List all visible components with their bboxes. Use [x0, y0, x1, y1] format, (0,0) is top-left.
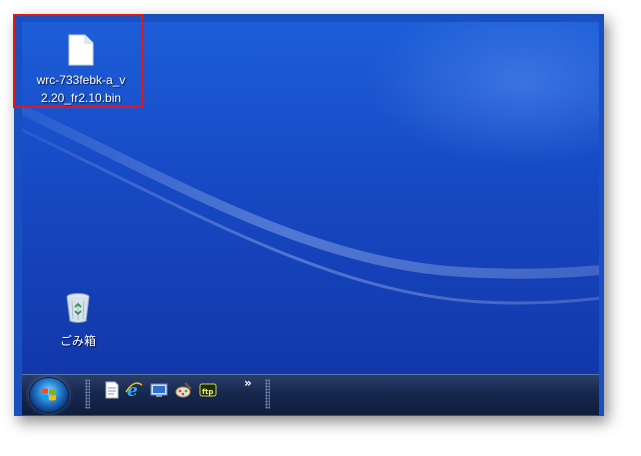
taskbar-grip-left[interactable]: [85, 379, 90, 409]
desktop-icon-recycle-bin[interactable]: ごみ箱: [48, 292, 108, 349]
notepad-icon[interactable]: [103, 381, 121, 399]
internet-explorer-icon[interactable]: e: [125, 381, 143, 399]
taskbar-grip-right[interactable]: [265, 379, 270, 409]
paint-icon[interactable]: [175, 381, 193, 399]
windows-logo-icon: [42, 388, 56, 401]
recycle-bin-icon: [66, 293, 90, 323]
ftp-icon[interactable]: ftp: [199, 381, 217, 399]
start-button[interactable]: [30, 378, 68, 412]
recycle-bin-label: ごみ箱: [59, 334, 96, 348]
highlight-box: [13, 14, 143, 108]
quick-launch-more-button[interactable]: »: [244, 376, 252, 390]
show-desktop-icon[interactable]: [150, 381, 168, 399]
svg-text:ftp: ftp: [202, 388, 213, 396]
